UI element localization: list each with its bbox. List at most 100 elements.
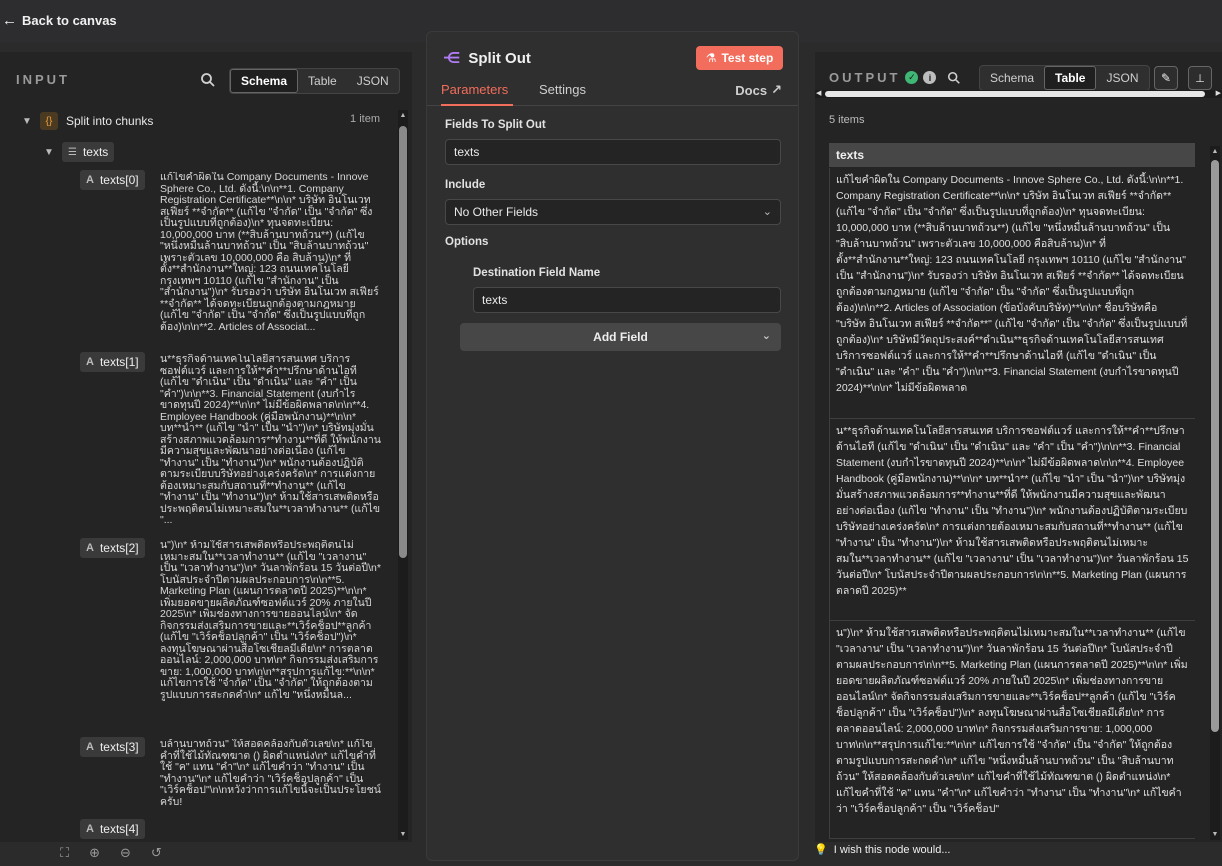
entry-key-pill[interactable]: A texts[1] xyxy=(80,352,145,372)
list-icon: ☰ xyxy=(68,146,77,158)
docs-link[interactable]: Docs ↗ xyxy=(735,82,782,98)
scroll-left-icon[interactable]: ◀ xyxy=(816,89,821,97)
destination-field-label: Destination Field Name xyxy=(473,267,601,279)
info-icon[interactable]: i xyxy=(923,71,937,84)
add-field-label: Add Field xyxy=(593,330,648,344)
test-step-button[interactable]: ⚗ Test step xyxy=(696,46,783,70)
schema-entry: A texts[2] น")\n* ห้ามใช้สารเสพติดหรือปร… xyxy=(80,538,385,726)
table-column-header[interactable]: texts xyxy=(829,143,1195,167)
zoom-in-icon[interactable]: ⊕ xyxy=(89,845,100,861)
entry-value: น")\n* ห้ามใช้สารเสพติดหรือประพฤติตนไม่เ… xyxy=(160,540,381,701)
success-check-icon: ✓ xyxy=(905,71,919,84)
string-type-icon: A xyxy=(86,174,94,186)
back-to-canvas-button[interactable]: ← Back to canvas xyxy=(2,12,117,29)
chevron-down-icon[interactable]: ▼ xyxy=(44,147,54,158)
tab-parameters[interactable]: Parameters xyxy=(441,82,513,106)
reset-zoom-icon[interactable]: ↺ xyxy=(151,845,162,861)
include-select[interactable]: No Other Fields ⌄ xyxy=(445,199,781,225)
output-header: OUTPUT ✓ i xyxy=(829,70,961,85)
input-view-table[interactable]: Table xyxy=(298,69,347,93)
output-view-json[interactable]: JSON xyxy=(1096,66,1148,90)
object-icon: {} xyxy=(40,112,58,130)
schema-entry: A texts[0] แก้ไขคำผิดใน Company Document… xyxy=(80,170,385,345)
input-view-json[interactable]: JSON xyxy=(347,69,399,93)
output-title: OUTPUT xyxy=(829,70,901,85)
output-view-schema[interactable]: Schema xyxy=(980,66,1044,90)
output-items-count: 5 items xyxy=(829,114,865,126)
search-icon[interactable] xyxy=(947,71,961,85)
output-panel: OUTPUT ✓ i Schema Table JSON ✎ ⊥ ◀ ▶ 5 i… xyxy=(815,52,1222,842)
output-scrollbar[interactable]: ▲ ▼ xyxy=(1210,146,1220,840)
zoom-out-icon[interactable]: ⊖ xyxy=(120,845,131,861)
scroll-thumb[interactable] xyxy=(825,91,1205,97)
split-out-icon: ⋲ xyxy=(443,50,461,67)
input-view-switch: Schema Table JSON xyxy=(229,68,400,94)
table-row[interactable]: แก้ไขคำผิดใน Company Documents - Innove … xyxy=(829,168,1195,419)
scroll-up-icon[interactable]: ▲ xyxy=(1210,148,1220,155)
scroll-right-icon[interactable]: ▶ xyxy=(1216,89,1221,97)
entry-value: บล้านบาทถ้วน" ให้สอดคล้องกับตัวเลข\n* แก… xyxy=(160,739,381,808)
table-row[interactable]: น")\n* ห้ามใช้สารเสพติดหรือประพฤติตนไม่เ… xyxy=(829,621,1195,839)
entry-value: น**ธุรกิจด้านเทคโนโลยีสารสนเทศ บริการซอฟ… xyxy=(160,354,381,526)
output-view-switch: Schema Table JSON xyxy=(979,65,1150,91)
scroll-up-icon[interactable]: ▲ xyxy=(398,112,408,119)
lightbulb-icon: 💡 xyxy=(814,844,828,856)
array-pill[interactable]: ☰ texts xyxy=(62,142,115,162)
input-view-schema[interactable]: Schema xyxy=(230,69,299,93)
back-to-canvas-label: Back to canvas xyxy=(22,13,117,28)
flask-icon: ⚗ xyxy=(705,51,717,65)
input-title: INPUT xyxy=(16,72,70,87)
schema-root[interactable]: ▼ {} Split into chunks xyxy=(22,112,153,130)
test-step-label: Test step xyxy=(721,51,774,65)
fit-view-icon[interactable]: ⛶ xyxy=(60,845,69,861)
string-type-icon: A xyxy=(86,542,94,554)
include-value: No Other Fields xyxy=(454,205,539,219)
options-label: Options xyxy=(445,236,489,248)
chevron-down-icon: ⌄ xyxy=(761,330,771,342)
entry-key: texts[1] xyxy=(99,355,139,369)
string-type-icon: A xyxy=(86,741,94,753)
entry-key-pill[interactable]: A texts[2] xyxy=(80,538,145,558)
entry-key: texts[3] xyxy=(99,740,139,754)
external-link-icon: ↗ xyxy=(771,82,782,97)
entry-key: texts[2] xyxy=(99,541,139,555)
include-label: Include xyxy=(445,179,486,191)
schema-entry: A texts[1] น**ธุรกิจด้านเทคโนโลยีสารสนเท… xyxy=(80,352,385,530)
entry-key-pill[interactable]: A texts[4] xyxy=(80,819,145,839)
array-label: texts xyxy=(82,145,109,159)
destination-field-input[interactable]: texts xyxy=(473,287,781,313)
entry-key-pill[interactable]: A texts[3] xyxy=(80,737,145,757)
entry-key-pill[interactable]: A texts[0] xyxy=(80,170,145,190)
canvas-controls: ⛶ ⊕ ⊖ ↺ xyxy=(60,845,162,861)
output-horizontal-scrollbar[interactable]: ◀ ▶ xyxy=(815,90,1222,98)
tab-settings[interactable]: Settings xyxy=(539,82,586,106)
input-header: INPUT Schema Table JSON xyxy=(0,52,412,108)
string-type-icon: A xyxy=(86,823,94,835)
docs-label: Docs xyxy=(735,82,768,98)
pin-data-button[interactable]: ⊥ xyxy=(1188,66,1212,90)
input-item-count: 1 item xyxy=(350,113,380,125)
fields-to-split-label: Fields To Split Out xyxy=(445,119,546,131)
schema-entry: A texts[3] บล้านบาทถ้วน" ให้สอดคล้องกับต… xyxy=(80,737,385,812)
schema-array-node[interactable]: ▼ ☰ texts xyxy=(44,142,115,162)
node-title-label: Split Out xyxy=(468,49,531,67)
scroll-down-icon[interactable]: ▼ xyxy=(1210,831,1220,838)
entry-key: texts[0] xyxy=(99,173,139,187)
input-scrollbar[interactable]: ▲ ▼ xyxy=(398,110,408,840)
scroll-thumb[interactable] xyxy=(1211,160,1219,732)
string-type-icon: A xyxy=(86,356,94,368)
search-icon[interactable] xyxy=(200,72,216,88)
scroll-thumb[interactable] xyxy=(399,126,407,558)
output-view-table[interactable]: Table xyxy=(1044,66,1097,90)
edit-output-button[interactable]: ✎ xyxy=(1154,66,1178,90)
add-field-button[interactable]: Add Field ⌄ xyxy=(460,323,781,351)
fields-to-split-input[interactable]: texts xyxy=(445,139,781,165)
schema-entry: A texts[4] xyxy=(80,819,385,839)
chevron-down-icon[interactable]: ▼ xyxy=(22,116,32,127)
pencil-icon: ✎ xyxy=(1160,71,1172,85)
scroll-down-icon[interactable]: ▼ xyxy=(398,831,408,838)
feedback-prompt[interactable]: 💡 I wish this node would... xyxy=(814,843,951,857)
feedback-label: I wish this node would... xyxy=(833,843,951,856)
node-parameters-panel: ⋲ Split Out ⚗ Test step Parameters Setti… xyxy=(426,31,799,861)
table-row[interactable]: น**ธุรกิจด้านเทคโนโลยีสารสนเทศ บริการซอฟ… xyxy=(829,419,1195,621)
